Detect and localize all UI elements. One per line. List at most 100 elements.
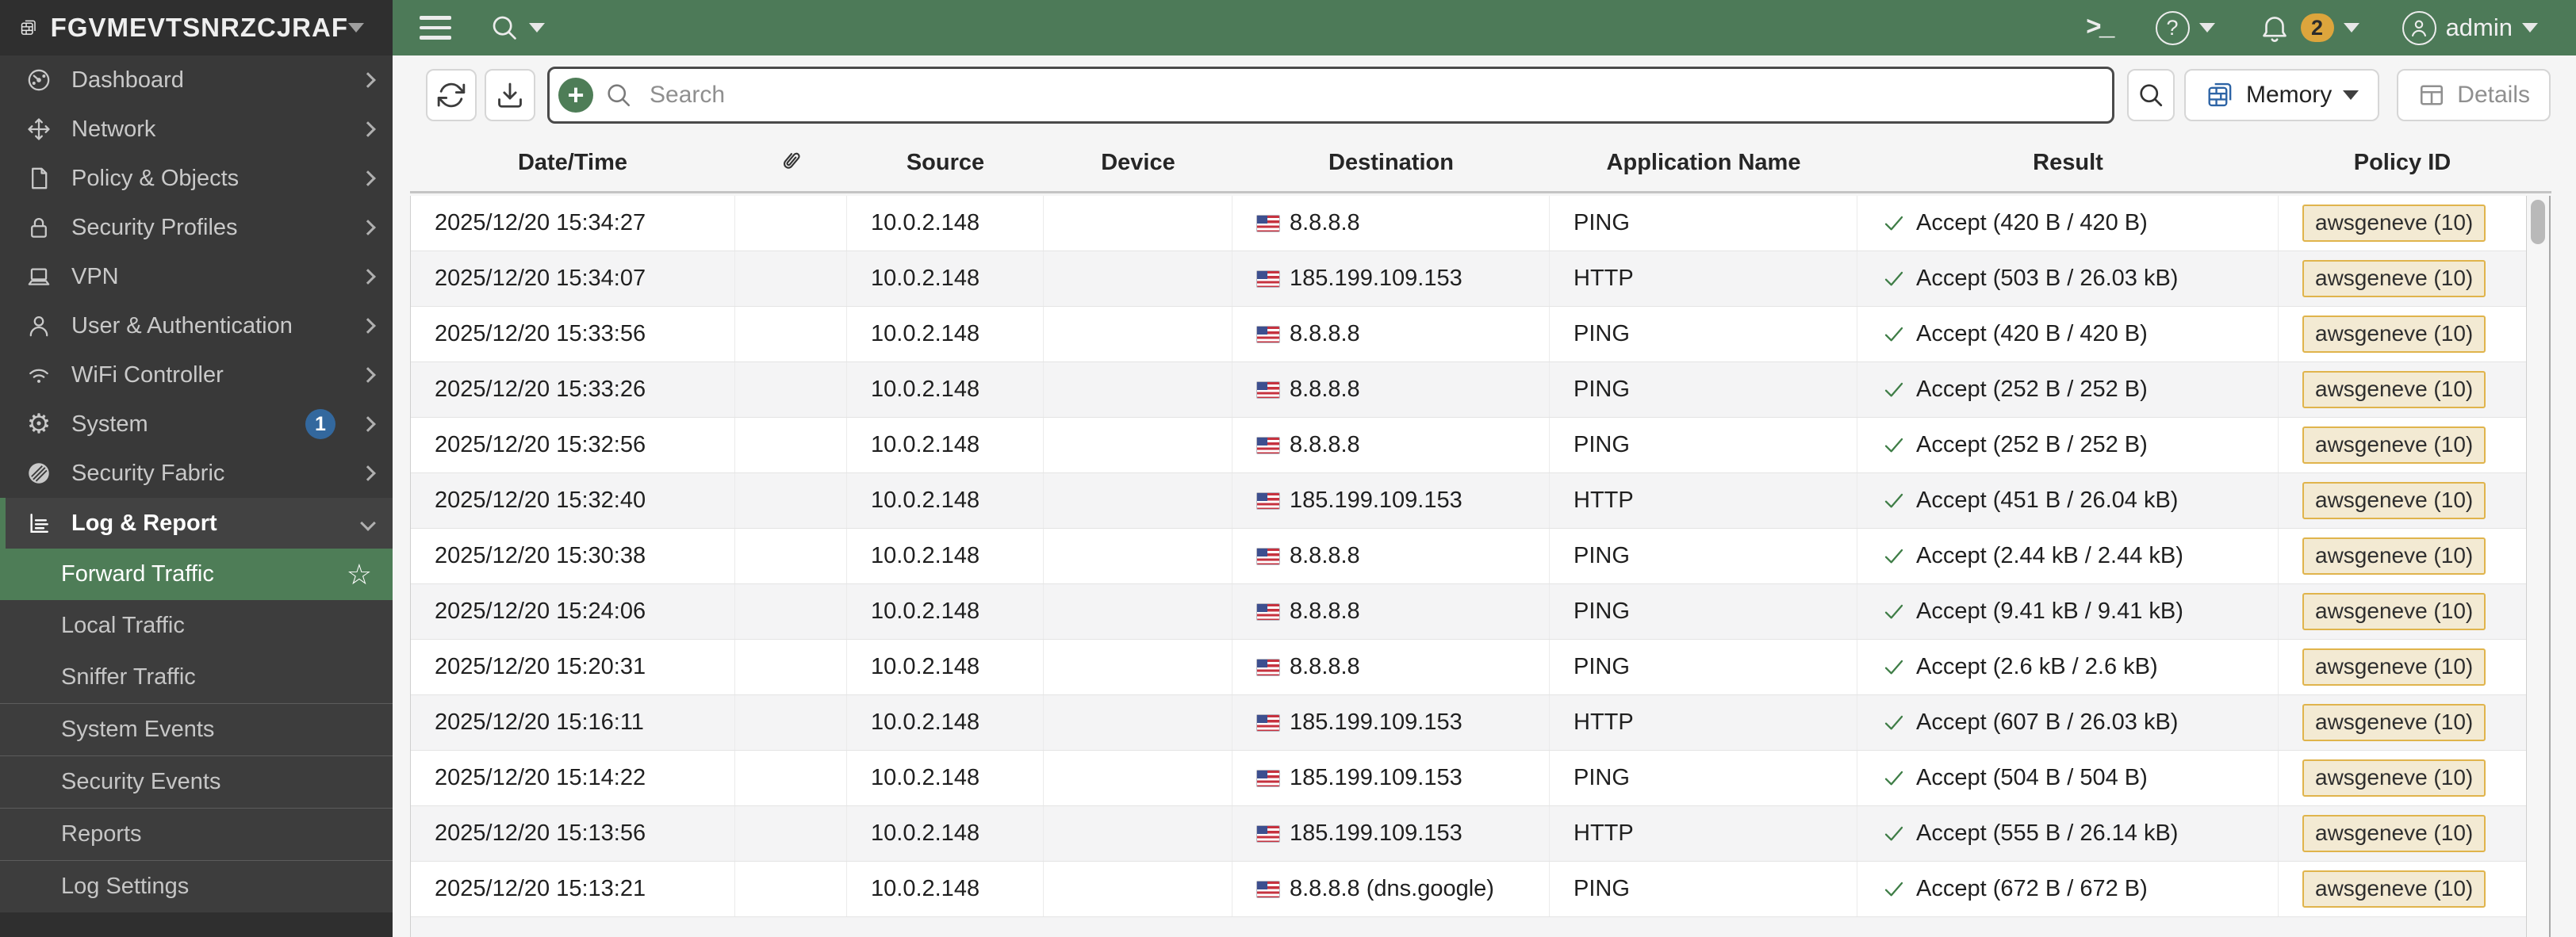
- chevron-down-icon: [360, 515, 376, 531]
- policy-id-badge[interactable]: awsgeneve (10): [2302, 426, 2486, 465]
- result-text: Accept (9.41 kB / 9.41 kB): [1916, 599, 2183, 624]
- sidebar-subitem-sniffer-traffic[interactable]: Sniffer Traffic: [0, 652, 393, 703]
- cell-datetime: 2025/12/20 15:30:38: [411, 529, 735, 583]
- details-toggle-button[interactable]: Details: [2397, 69, 2551, 121]
- sidebar-subitem-security-events[interactable]: Security Events: [0, 756, 393, 808]
- table-row[interactable]: 2025/12/20 15:24:06 10.0.2.148 8.8.8.8 P…: [411, 584, 2526, 640]
- table-row[interactable]: 2025/12/20 15:33:26 10.0.2.148 8.8.8.8 P…: [411, 362, 2526, 418]
- accept-check-icon: [1884, 882, 1903, 896]
- policy-id-badge[interactable]: awsgeneve (10): [2302, 370, 2486, 409]
- policy-id-badge[interactable]: awsgeneve (10): [2302, 204, 2486, 243]
- table-scrollbar[interactable]: [2526, 196, 2551, 937]
- column-header-destination[interactable]: Destination: [1232, 150, 1550, 176]
- cell-attachment: [735, 196, 847, 251]
- result-text: Accept (420 B / 420 B): [1916, 210, 2148, 235]
- destination-text: 185.199.109.153: [1290, 266, 1462, 291]
- policy-id-badge[interactable]: awsgeneve (10): [2302, 814, 2486, 853]
- table-row[interactable]: 2025/12/20 15:16:11 10.0.2.148 185.199.1…: [411, 695, 2526, 751]
- sidebar-item-system[interactable]: ⚙ System 1: [0, 400, 393, 449]
- help-menu[interactable]: ?: [2155, 10, 2215, 45]
- search-input[interactable]: [547, 67, 2114, 124]
- sidebar-item-policy-objects[interactable]: Policy & Objects: [0, 154, 393, 203]
- sidebar-item-label: Dashboard: [71, 67, 184, 93]
- policy-id-badge[interactable]: awsgeneve (10): [2302, 315, 2486, 354]
- refresh-button[interactable]: [426, 69, 477, 121]
- column-header-result[interactable]: Result: [1857, 150, 2279, 176]
- cell-source: 10.0.2.148: [847, 862, 1044, 916]
- cell-source: 10.0.2.148: [847, 640, 1044, 694]
- sidebar-item-wifi-controller[interactable]: WiFi Controller: [0, 350, 393, 400]
- sidebar-subitem-local-traffic[interactable]: Local Traffic: [0, 600, 393, 652]
- sidebar-subitem-log-settings[interactable]: Log Settings: [0, 861, 393, 912]
- search-icon: [2140, 84, 2163, 107]
- table-row[interactable]: 2025/12/20 15:13:56 10.0.2.148 185.199.1…: [411, 806, 2526, 862]
- column-header-source[interactable]: Source: [847, 150, 1044, 176]
- notifications-caret-icon: [2343, 23, 2359, 33]
- cell-application: PING: [1550, 529, 1857, 583]
- sidebar-item-security-fabric[interactable]: Security Fabric: [0, 449, 393, 498]
- global-search-button[interactable]: [489, 13, 545, 43]
- table-row[interactable]: 2025/12/20 15:33:56 10.0.2.148 8.8.8.8 P…: [411, 307, 2526, 362]
- policy-id-badge[interactable]: awsgeneve (10): [2302, 481, 2486, 520]
- cell-application: PING: [1550, 307, 1857, 361]
- sidebar-item-user-authentication[interactable]: User & Authentication: [0, 301, 393, 350]
- chevron-right-icon: [360, 465, 376, 481]
- cell-result: Accept (504 B / 504 B): [1857, 751, 2279, 805]
- column-header-device[interactable]: Device: [1044, 150, 1232, 176]
- accept-check-icon: [1884, 715, 1903, 729]
- result-text: Accept (607 B / 26.03 kB): [1916, 709, 2179, 735]
- sidebar-item-dashboard[interactable]: Dashboard: [0, 55, 393, 105]
- memory-firewall-icon: [2208, 82, 2232, 107]
- sidebar-subitem-forward-traffic[interactable]: Forward Traffic ☆: [0, 549, 393, 600]
- policy-id-badge[interactable]: awsgeneve (10): [2302, 259, 2486, 298]
- top-bar-main: >_ ? 2 admin: [393, 0, 2576, 55]
- table-row[interactable]: 2025/12/20 15:14:22 10.0.2.148 185.199.1…: [411, 751, 2526, 806]
- policy-id-badge[interactable]: awsgeneve (10): [2302, 759, 2486, 797]
- column-header-policy-id[interactable]: Policy ID: [2279, 150, 2526, 176]
- policy-id-badge[interactable]: awsgeneve (10): [2302, 592, 2486, 631]
- table-row[interactable]: 2025/12/20 15:13:21 10.0.2.148 8.8.8.8 (…: [411, 862, 2526, 917]
- policy-id-badge[interactable]: awsgeneve (10): [2302, 870, 2486, 908]
- column-header-datetime[interactable]: Date/Time: [410, 150, 735, 176]
- column-header-application[interactable]: Application Name: [1550, 150, 1857, 176]
- sidebar-subitem-reports[interactable]: Reports: [0, 809, 393, 860]
- table-row[interactable]: 2025/12/20 15:32:56 10.0.2.148 8.8.8.8 P…: [411, 418, 2526, 473]
- column-header-attachment[interactable]: [735, 147, 847, 179]
- favorite-star-icon[interactable]: ☆: [347, 560, 372, 589]
- document-icon: [24, 165, 54, 192]
- wifi-icon: [24, 361, 54, 388]
- cell-source: 10.0.2.148: [847, 251, 1044, 306]
- notifications-menu[interactable]: 2: [2258, 11, 2359, 44]
- cell-device: [1044, 473, 1232, 528]
- cell-application: PING: [1550, 418, 1857, 472]
- cell-result: Accept (672 B / 672 B): [1857, 862, 2279, 916]
- accept-check-icon: [1884, 826, 1903, 840]
- collapse-menu-button[interactable]: [420, 16, 451, 40]
- log-source-dropdown[interactable]: Memory: [2183, 69, 2380, 121]
- download-button[interactable]: [485, 69, 535, 121]
- sidebar-item-vpn[interactable]: VPN: [0, 252, 393, 301]
- cell-destination: 185.199.109.153: [1232, 251, 1550, 306]
- cli-console-icon[interactable]: >_: [2086, 13, 2115, 43]
- sidebar-item-network[interactable]: Network: [0, 105, 393, 154]
- add-filter-button[interactable]: +: [558, 78, 593, 113]
- table-row[interactable]: 2025/12/20 15:20:31 10.0.2.148 8.8.8.8 P…: [411, 640, 2526, 695]
- policy-id-badge[interactable]: awsgeneve (10): [2302, 537, 2486, 576]
- table-row[interactable]: 2025/12/20 15:32:40 10.0.2.148 185.199.1…: [411, 473, 2526, 529]
- policy-id-badge[interactable]: awsgeneve (10): [2302, 703, 2486, 742]
- table-row[interactable]: 2025/12/20 15:30:38 10.0.2.148 8.8.8.8 P…: [411, 529, 2526, 584]
- table-row[interactable]: 2025/12/20 15:34:07 10.0.2.148 185.199.1…: [411, 251, 2526, 307]
- sidebar-item-log-report[interactable]: Log & Report: [0, 498, 393, 549]
- device-menu[interactable]: FGVMEVTSNRZCJRAF: [0, 0, 393, 55]
- cell-application: HTTP: [1550, 695, 1857, 750]
- scrollbar-thumb[interactable]: [2531, 200, 2545, 244]
- sidebar-item-security-profiles[interactable]: Security Profiles: [0, 203, 393, 252]
- cell-device: [1044, 251, 1232, 306]
- table-row[interactable]: 2025/12/20 15:34:27 10.0.2.148 8.8.8.8 P…: [411, 196, 2526, 251]
- search-submit-button[interactable]: [2126, 69, 2175, 121]
- search-icon: [608, 84, 631, 107]
- user-menu[interactable]: admin: [2402, 10, 2538, 45]
- sidebar-subitem-system-events[interactable]: System Events: [0, 704, 393, 755]
- cell-source: 10.0.2.148: [847, 196, 1044, 251]
- policy-id-badge[interactable]: awsgeneve (10): [2302, 648, 2486, 686]
